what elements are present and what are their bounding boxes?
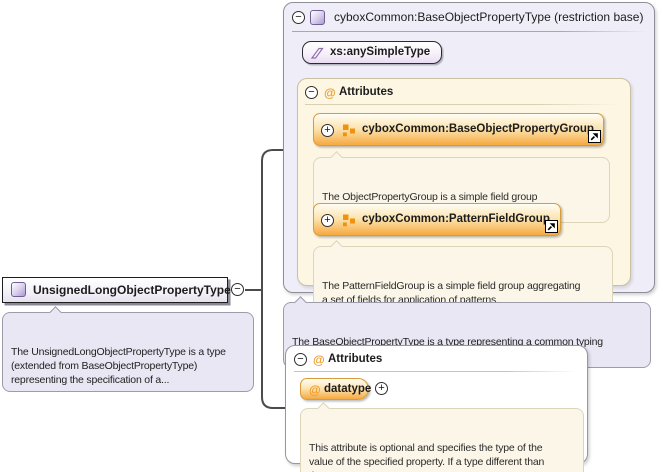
element-tooltip-text: The UnsignedLongObjectPropertyType is a … <box>11 346 226 386</box>
attribute-datatype[interactable]: @ datatype <box>300 378 369 400</box>
expand-icon[interactable]: + <box>321 124 334 137</box>
callout-notch <box>330 240 343 253</box>
attribute-name: datatype <box>324 383 371 395</box>
divider <box>294 371 576 372</box>
attribute-at-icon: @ <box>324 87 336 99</box>
collapse-icon[interactable]: − <box>231 283 244 296</box>
element-box[interactable]: UnsignedLongObjectPropertyType <box>2 277 228 303</box>
complex-type-icon <box>310 10 325 25</box>
minus-glyph: − <box>297 354 303 365</box>
group-name: cyboxCommon:BaseObjectPropertyGroup <box>362 123 594 135</box>
complex-type-icon <box>11 282 26 297</box>
minus-glyph: − <box>295 12 301 23</box>
plus-glyph: + <box>324 215 330 226</box>
group-icon <box>342 124 356 138</box>
group-name: cyboxCommon:PatternFieldGroup <box>362 213 550 225</box>
simple-type-box[interactable]: xs:anySimpleType <box>302 41 442 64</box>
attribute-group-patternfieldgroup[interactable]: + cyboxCommon:PatternFieldGroup <box>313 203 561 236</box>
plus-glyph: + <box>324 125 330 136</box>
minus-glyph: − <box>308 87 314 98</box>
attribute-at-icon: @ <box>309 384 321 396</box>
schema-diagram: − cyboxCommon:BaseObjectPropertyType (re… <box>0 0 663 472</box>
attribute-description: This attribute is optional and specifies… <box>300 408 584 472</box>
attributes-panel: − @ Attributes @ datatype + This attribu… <box>285 345 588 464</box>
attribute-group-baseobjectpropertygroup[interactable]: + cyboxCommon:BaseObjectPropertyGroup <box>313 113 604 146</box>
expand-icon[interactable]: + <box>321 214 334 227</box>
divider <box>305 104 617 105</box>
simple-type-label: xs:anySimpleType <box>330 46 430 58</box>
base-type-panel: − cyboxCommon:BaseObjectPropertyType (re… <box>283 2 655 293</box>
attributes-header: Attributes <box>339 86 393 98</box>
divider <box>292 31 648 32</box>
callout-notch <box>317 402 330 415</box>
collapse-icon[interactable]: − <box>294 353 307 366</box>
attribute-description-text: This attribute is optional and specifies… <box>309 442 544 472</box>
expand-icon[interactable]: + <box>375 382 388 395</box>
callout-notch <box>330 151 343 164</box>
plus-glyph: + <box>378 383 384 394</box>
jump-to-definition-icon[interactable] <box>545 220 558 233</box>
minus-glyph: − <box>234 284 240 295</box>
attributes-header: Attributes <box>328 353 382 365</box>
simple-type-icon <box>310 46 324 60</box>
jump-to-definition-icon[interactable] <box>588 130 601 143</box>
collapse-icon[interactable]: − <box>292 11 305 24</box>
attribute-at-icon: @ <box>313 354 325 366</box>
group-icon <box>342 214 356 228</box>
base-type-title: cyboxCommon:BaseObjectPropertyType (rest… <box>334 10 643 25</box>
attributes-section: − @ Attributes + cyboxCommon:BaseObjectP… <box>297 78 631 286</box>
collapse-icon[interactable]: − <box>305 86 318 99</box>
element-tooltip: The UnsignedLongObjectPropertyType is a … <box>2 312 254 392</box>
element-title: UnsignedLongObjectPropertyType <box>33 283 231 297</box>
